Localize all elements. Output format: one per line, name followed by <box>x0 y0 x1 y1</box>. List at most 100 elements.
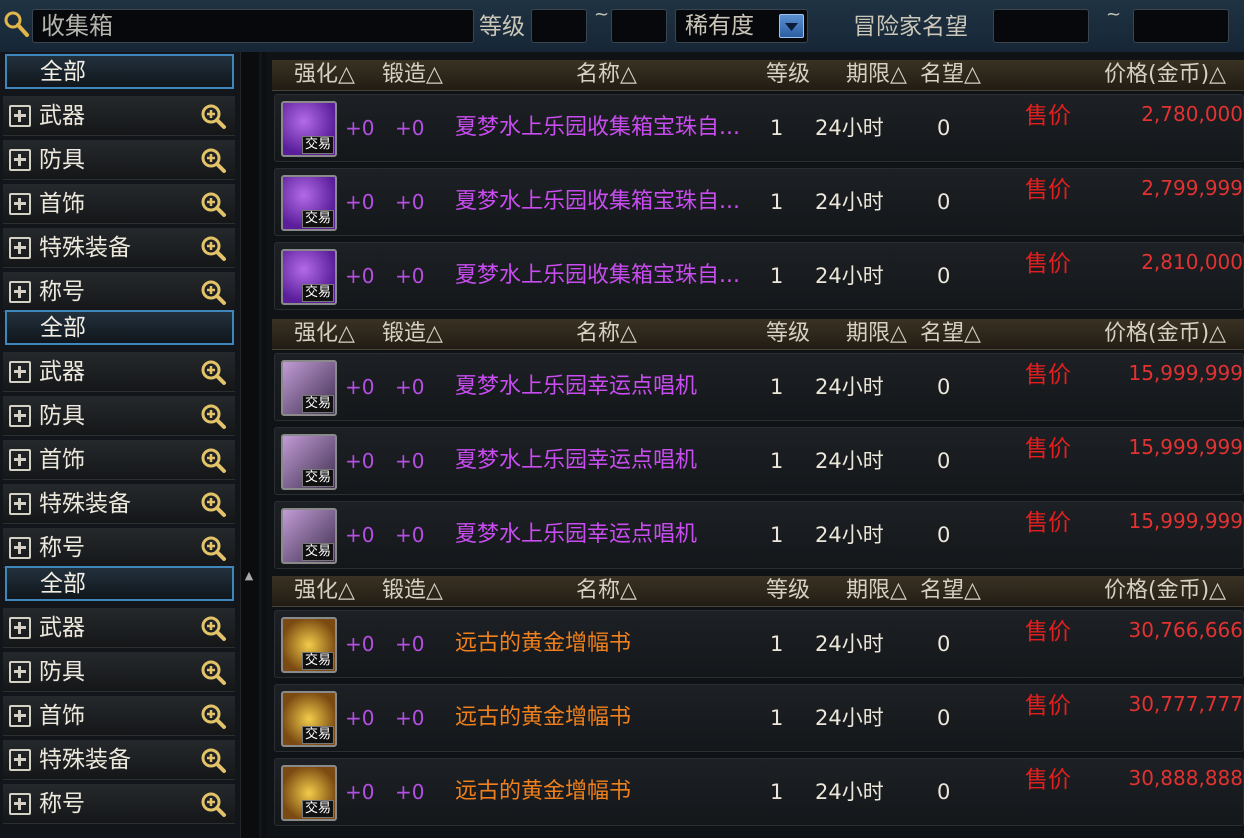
reputation-min-input[interactable] <box>993 9 1089 43</box>
expand-plus-icon[interactable] <box>9 705 31 727</box>
column-header-name[interactable]: 名称△ <box>576 319 637 349</box>
expand-plus-icon[interactable] <box>9 105 31 127</box>
zoom-in-icon[interactable] <box>199 746 227 774</box>
zoom-in-icon[interactable] <box>199 146 227 174</box>
item-name[interactable]: 远古的黄金增幅书 <box>455 703 755 733</box>
column-header-enhance[interactable]: 强化△ <box>294 60 355 90</box>
column-header-name[interactable]: 名称△ <box>576 576 637 606</box>
expand-plus-icon[interactable] <box>9 149 31 171</box>
level-max-input[interactable] <box>611 9 667 43</box>
column-header-expiry[interactable]: 期限△ <box>846 60 907 90</box>
zoom-in-icon[interactable] <box>199 614 227 642</box>
scroll-up-icon[interactable]: ▲ <box>240 567 258 585</box>
expand-plus-icon[interactable] <box>9 361 31 383</box>
category-item[interactable]: 首饰 <box>3 440 235 480</box>
expand-plus-icon[interactable] <box>9 405 31 427</box>
zoom-in-icon[interactable] <box>199 534 227 562</box>
category-item[interactable]: 首饰 <box>3 184 235 224</box>
expand-plus-icon[interactable] <box>9 193 31 215</box>
expand-plus-icon[interactable] <box>9 617 31 639</box>
expand-plus-icon[interactable] <box>9 449 31 471</box>
zoom-in-icon[interactable] <box>199 358 227 386</box>
category-item[interactable]: 特殊装备 <box>3 740 235 780</box>
column-header-reputation[interactable]: 名望△ <box>920 319 981 349</box>
zoom-in-icon[interactable] <box>199 702 227 730</box>
item-icon[interactable]: 交易 <box>281 617 337 673</box>
item-icon[interactable]: 交易 <box>281 508 337 564</box>
zoom-in-icon[interactable] <box>199 278 227 306</box>
column-header-enhance[interactable]: 强化△ <box>294 576 355 606</box>
column-header-name[interactable]: 名称△ <box>576 60 637 90</box>
zoom-in-icon[interactable] <box>199 102 227 130</box>
zoom-in-icon[interactable] <box>199 490 227 518</box>
category-item[interactable]: 称号 <box>3 784 235 824</box>
level-min-input[interactable] <box>531 9 587 43</box>
column-header-expiry[interactable]: 期限△ <box>846 576 907 606</box>
item-name[interactable]: 夏梦水上乐园收集箱宝珠自... <box>455 261 755 291</box>
item-row[interactable]: 交易 +0 +0 远古的黄金增幅书 1 24小时 0 售价 30,777,777 <box>274 684 1244 752</box>
item-icon[interactable]: 交易 <box>281 691 337 747</box>
category-item[interactable]: 称号 <box>3 272 235 312</box>
column-header-enhance[interactable]: 强化△ <box>294 319 355 349</box>
expand-plus-icon[interactable] <box>9 661 31 683</box>
category-item[interactable]: 特殊装备 <box>3 484 235 524</box>
item-icon[interactable]: 交易 <box>281 765 337 821</box>
expand-plus-icon[interactable] <box>9 237 31 259</box>
column-header-forge[interactable]: 锻造△ <box>382 319 443 349</box>
category-item[interactable]: 武器 <box>3 96 235 136</box>
category-item[interactable]: 武器 <box>3 608 235 648</box>
item-name[interactable]: 夏梦水上乐园幸运点唱机 <box>455 520 755 550</box>
item-row[interactable]: 交易 +0 +0 远古的黄金增幅书 1 24小时 0 售价 30,888,888 <box>274 758 1244 826</box>
sidebar-scrollbar[interactable] <box>240 52 259 838</box>
column-header-price[interactable]: 价格(金币)△ <box>1104 576 1226 606</box>
column-header-expiry[interactable]: 期限△ <box>846 319 907 349</box>
expand-plus-icon[interactable] <box>9 281 31 303</box>
item-icon[interactable]: 交易 <box>281 101 337 157</box>
rarity-select[interactable]: 稀有度 <box>675 9 808 43</box>
category-item[interactable]: 称号 <box>3 528 235 568</box>
item-name[interactable]: 远古的黄金增幅书 <box>455 777 755 807</box>
zoom-in-icon[interactable] <box>199 790 227 818</box>
item-row[interactable]: 交易 +0 +0 夏梦水上乐园收集箱宝珠自... 1 24小时 0 售价 2,780,000 <box>274 94 1244 162</box>
item-row[interactable]: 交易 +0 +0 夏梦水上乐园幸运点唱机 1 24小时 0 售价 15,999,999 <box>274 427 1244 495</box>
category-item[interactable]: 防具 <box>3 652 235 692</box>
search-input[interactable]: 收集箱 <box>32 9 474 43</box>
category-all[interactable]: 全部 <box>5 566 234 601</box>
item-name[interactable]: 夏梦水上乐园收集箱宝珠自... <box>455 187 755 217</box>
column-header-forge[interactable]: 锻造△ <box>382 576 443 606</box>
zoom-in-icon[interactable] <box>199 658 227 686</box>
item-icon[interactable]: 交易 <box>281 175 337 231</box>
item-name[interactable]: 夏梦水上乐园收集箱宝珠自... <box>455 113 755 143</box>
item-icon[interactable]: 交易 <box>281 434 337 490</box>
zoom-in-icon[interactable] <box>199 190 227 218</box>
item-row[interactable]: 交易 +0 +0 夏梦水上乐园幸运点唱机 1 24小时 0 售价 15,999,999 <box>274 353 1244 421</box>
zoom-in-icon[interactable] <box>199 234 227 262</box>
category-item[interactable]: 武器 <box>3 352 235 392</box>
column-header-level[interactable]: 等级 <box>766 60 810 90</box>
category-item[interactable]: 防具 <box>3 396 235 436</box>
item-row[interactable]: 交易 +0 +0 夏梦水上乐园收集箱宝珠自... 1 24小时 0 售价 2,799,999 <box>274 168 1244 236</box>
search-icon[interactable] <box>2 9 30 39</box>
chevron-down-icon[interactable] <box>779 14 804 38</box>
expand-plus-icon[interactable] <box>9 793 31 815</box>
expand-plus-icon[interactable] <box>9 537 31 559</box>
item-name[interactable]: 远古的黄金增幅书 <box>455 629 755 659</box>
column-header-price[interactable]: 价格(金币)△ <box>1104 60 1226 90</box>
item-row[interactable]: 交易 +0 +0 夏梦水上乐园收集箱宝珠自... 1 24小时 0 售价 2,810,000 <box>274 242 1244 310</box>
column-header-level[interactable]: 等级 <box>766 576 810 606</box>
expand-plus-icon[interactable] <box>9 493 31 515</box>
item-icon[interactable]: 交易 <box>281 249 337 305</box>
category-all[interactable]: 全部 <box>5 310 234 345</box>
category-item[interactable]: 首饰 <box>3 696 235 736</box>
column-header-forge[interactable]: 锻造△ <box>382 60 443 90</box>
item-icon[interactable]: 交易 <box>281 360 337 416</box>
zoom-in-icon[interactable] <box>199 402 227 430</box>
column-header-price[interactable]: 价格(金币)△ <box>1104 319 1226 349</box>
reputation-max-input[interactable] <box>1133 9 1229 43</box>
item-name[interactable]: 夏梦水上乐园幸运点唱机 <box>455 446 755 476</box>
category-item[interactable]: 特殊装备 <box>3 228 235 268</box>
item-row[interactable]: 交易 +0 +0 夏梦水上乐园幸运点唱机 1 24小时 0 售价 15,999,999 <box>274 501 1244 569</box>
zoom-in-icon[interactable] <box>199 446 227 474</box>
category-all[interactable]: 全部 <box>5 54 234 89</box>
column-header-reputation[interactable]: 名望△ <box>920 576 981 606</box>
